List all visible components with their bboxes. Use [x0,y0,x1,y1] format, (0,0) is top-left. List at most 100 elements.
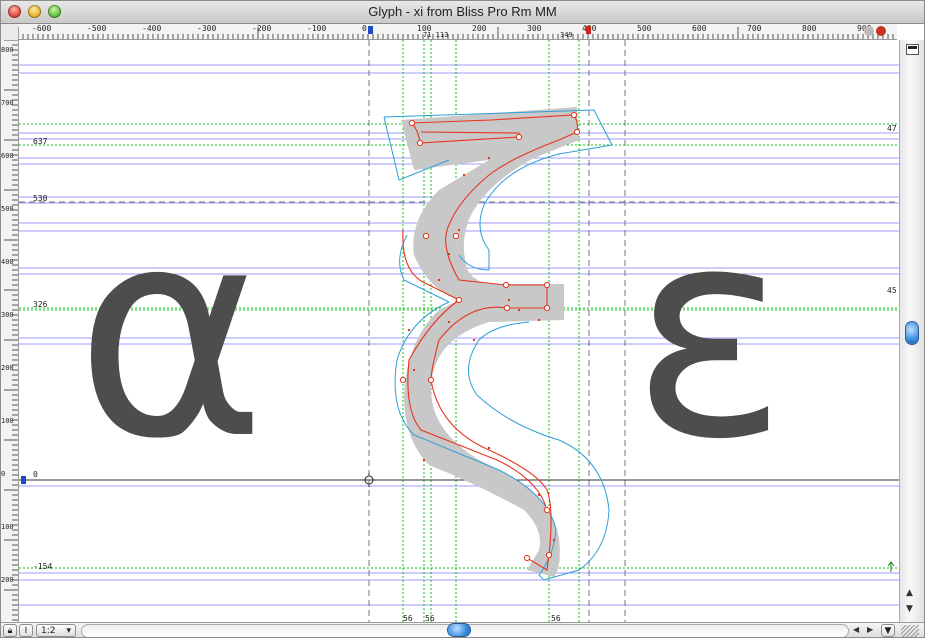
ruler-gray-button-icon[interactable] [864,26,874,36]
left-ruler-label: 800 [1,46,14,54]
left-ruler-ticks [4,40,18,621]
left-ruler-label: 300 [1,311,14,319]
top-marker-right: 349 [560,31,573,39]
left-ruler-label: 0 [1,470,6,478]
left-ruler-label: 400 [1,258,14,266]
top-ruler-label: 0 [362,24,367,33]
ghost-glyph-epsilon: ε [631,166,788,503]
green-arrow-icon [887,561,895,572]
off-curve-point [423,459,425,461]
resize-grip-icon[interactable] [901,625,919,637]
off-curve-point [518,309,520,311]
top-ruler-label: 500 [637,24,652,33]
off-curve-point [458,229,460,231]
label-0: 0 [33,470,38,479]
off-curve-point [488,157,490,159]
off-curve-point [463,174,465,176]
scroll-right-arrow-icon[interactable]: ▶ [867,625,873,634]
scroll-up-arrow-icon[interactable]: ▲ [906,588,913,598]
top-ruler-label: -400 [142,24,162,33]
on-curve-point [455,296,463,304]
scroll-left-arrow-icon[interactable]: ◀ [853,625,859,634]
on-curve-point [573,128,581,136]
xi-glyph-fill [401,107,579,577]
on-curve-point [543,304,551,312]
top-ruler-label: -200 [252,24,272,33]
label-530: 530 [33,194,48,203]
zoom-select[interactable]: 1:2 ▾ [36,624,76,637]
off-curve-point [538,494,540,496]
vertical-scroll-thumb[interactable] [906,322,918,344]
bottom-toolbar: 🔒︎ I 1:2 ▾ ◀ ▶ ▼ [1,622,924,637]
label-neg154: -154 [33,562,53,571]
on-curve-point [399,376,407,384]
left-ruler-label: 100 [1,417,14,425]
origin-marker-icon[interactable] [368,26,373,34]
scroll-down-arrow-icon[interactable]: ▼ [906,604,913,614]
baseline-marker-icon [21,476,26,484]
on-curve-point [570,111,578,119]
advance-width-marker-icon[interactable] [586,26,591,34]
left-ruler-label: 200 [1,576,14,584]
glyph-canvas[interactable]: α ε 637 530 326 0 -154 47 45 56 56 56 [19,40,899,622]
left-ruler-label: 500 [1,205,14,213]
on-curve-point [502,281,510,289]
window-title: Glyph - xi from Bliss Pro Rm MM [368,4,557,19]
top-ruler[interactable]: -600-500-400-300-200-1000100200300400500… [18,24,897,40]
glyph-window: Glyph - xi from Bliss Pro Rm MM -600 -500… [0,0,925,638]
top-ruler-label: 200 [472,24,487,33]
left-ruler-label: 200 [1,364,14,372]
off-curve-point [413,369,415,371]
on-curve-point [408,119,416,127]
bottom-marker-b: 56 [425,614,435,622]
top-marker-left: 71 113 [423,31,449,39]
top-ruler-label: -600 [32,24,52,33]
label-right-45: 45 [887,286,897,295]
left-ruler[interactable]: 8007006005004003002001000100200300 [1,40,19,622]
off-curve-point [553,539,555,541]
top-ruler-label: 800 [802,24,817,33]
bottom-marker-c: 56 [551,614,561,622]
title-bar[interactable]: Glyph - xi from Bliss Pro Rm MM [1,1,924,24]
top-ruler-label: 600 [692,24,707,33]
on-curve-point [543,506,551,514]
off-curve-point [448,253,450,255]
on-curve-point [416,139,424,147]
ghost-glyph-alpha: α [75,166,267,503]
on-curve-point [422,232,430,240]
menu-dropdown-icon[interactable]: ▼ [881,624,895,637]
vertical-scrollbar[interactable]: ▲ ▼ [899,40,924,622]
top-ruler-label: -500 [87,24,107,33]
ruler-corner [1,24,19,41]
left-ruler-label: 600 [1,152,14,160]
off-curve-point [408,329,410,331]
top-ruler-label: 300 [527,24,542,33]
off-curve-point [438,279,440,281]
on-curve-point [452,232,460,240]
ruler-red-button-icon[interactable] [876,26,886,36]
on-curve-point [543,281,551,289]
zoom-value: 1:2 [41,626,56,636]
top-ruler-label: 700 [747,24,762,33]
label-326: 326 [33,300,48,309]
chevron-down-icon: ▾ [66,626,71,636]
off-curve-point [473,339,475,341]
on-curve-point [515,133,523,141]
top-ruler-label: -100 [307,24,327,33]
top-ruler-label: -300 [197,24,217,33]
horizontal-scroll-thumb[interactable] [448,624,470,636]
left-ruler-label: 700 [1,99,14,107]
bottom-marker-a: 56 [403,614,413,622]
off-curve-point [508,299,510,301]
lock-icon[interactable]: 🔒︎ [3,624,17,637]
left-ruler-label: 100 [1,523,14,531]
on-curve-point [545,551,553,559]
off-curve-point [488,447,490,449]
off-curve-point [448,321,450,323]
on-curve-point [427,376,435,384]
on-curve-point [523,554,531,562]
split-view-icon[interactable] [906,44,919,55]
text-cursor-icon[interactable]: I [19,624,33,637]
on-curve-point [503,304,511,312]
label-right-47: 47 [887,124,897,133]
